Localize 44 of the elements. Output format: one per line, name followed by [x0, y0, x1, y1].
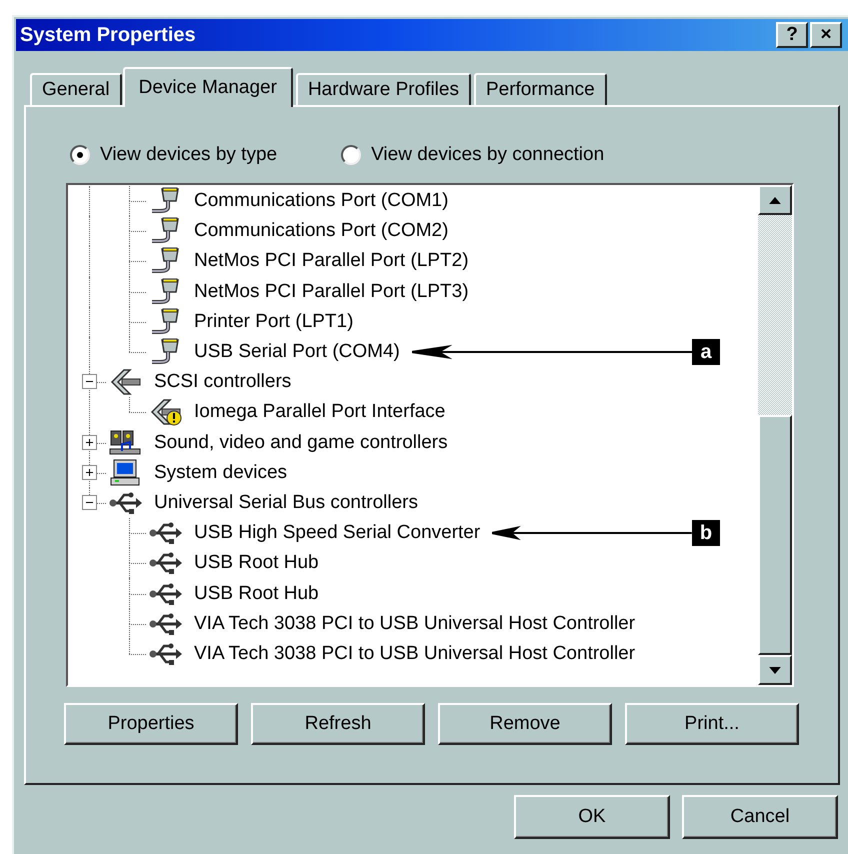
close-button[interactable]: ×: [810, 22, 842, 48]
scroll-thumb[interactable]: [758, 415, 792, 655]
device-label[interactable]: VIA Tech 3038 PCI to USB Universal Host Controller: [194, 612, 636, 635]
callout-label: b: [692, 520, 720, 546]
device-label[interactable]: NetMos PCI Parallel Port (LPT3): [194, 280, 469, 303]
device-label[interactable]: Universal Serial Bus controllers: [154, 492, 418, 514]
radio-label[interactable]: View devices by type: [100, 144, 278, 166]
device-label[interactable]: System devices: [154, 462, 288, 484]
device-label[interactable]: Sound, video and game controllers: [154, 432, 448, 454]
device-label[interactable]: USB Root Hub: [194, 552, 319, 574]
radio-button[interactable]: [341, 145, 362, 165]
tab[interactable]: General: [30, 73, 122, 105]
action-button[interactable]: Properties: [64, 703, 238, 745]
device-label[interactable]: SCSI controllers: [154, 371, 292, 394]
collapse-toggle[interactable]: [82, 494, 97, 510]
device-label[interactable]: USB High Speed Serial Converter: [194, 522, 480, 544]
device-label[interactable]: Communications Port (COM2): [194, 220, 448, 242]
window-title: System Properties: [20, 24, 196, 46]
action-button[interactable]: Remove: [438, 703, 612, 745]
tab[interactable]: Device Manager: [122, 67, 293, 107]
scroll-up-button[interactable]: [758, 185, 792, 215]
device-label[interactable]: Printer Port (LPT1): [194, 310, 354, 333]
device-label[interactable]: USB Serial Port (COM4): [194, 341, 400, 364]
action-button[interactable]: Refresh: [251, 703, 425, 745]
device-label[interactable]: Iomega Parallel Port Interface: [194, 401, 446, 424]
expand-toggle[interactable]: [82, 464, 97, 480]
help-button[interactable]: ?: [776, 22, 808, 48]
tab[interactable]: Hardware Profiles: [296, 73, 471, 105]
cancel-button[interactable]: Cancel: [682, 795, 838, 839]
down-arrow-icon: [769, 666, 781, 674]
tab[interactable]: Performance: [474, 73, 607, 105]
device-label[interactable]: NetMos PCI Parallel Port (LPT2): [194, 250, 469, 272]
action-button[interactable]: Print...: [625, 703, 799, 745]
expand-toggle[interactable]: [82, 434, 97, 450]
ok-button[interactable]: OK: [514, 795, 670, 839]
scroll-down-button[interactable]: [758, 655, 792, 685]
device-label[interactable]: VIA Tech 3038 PCI to USB Universal Host Controller: [194, 642, 636, 665]
radio-label[interactable]: View devices by connection: [371, 144, 604, 166]
callout-label: a: [692, 339, 720, 366]
device-label[interactable]: USB Root Hub: [194, 582, 319, 605]
up-arrow-icon: [769, 196, 781, 204]
collapse-toggle[interactable]: [82, 374, 97, 390]
radio-button[interactable]: [70, 145, 90, 165]
device-label[interactable]: Communications Port (COM1): [194, 190, 448, 212]
